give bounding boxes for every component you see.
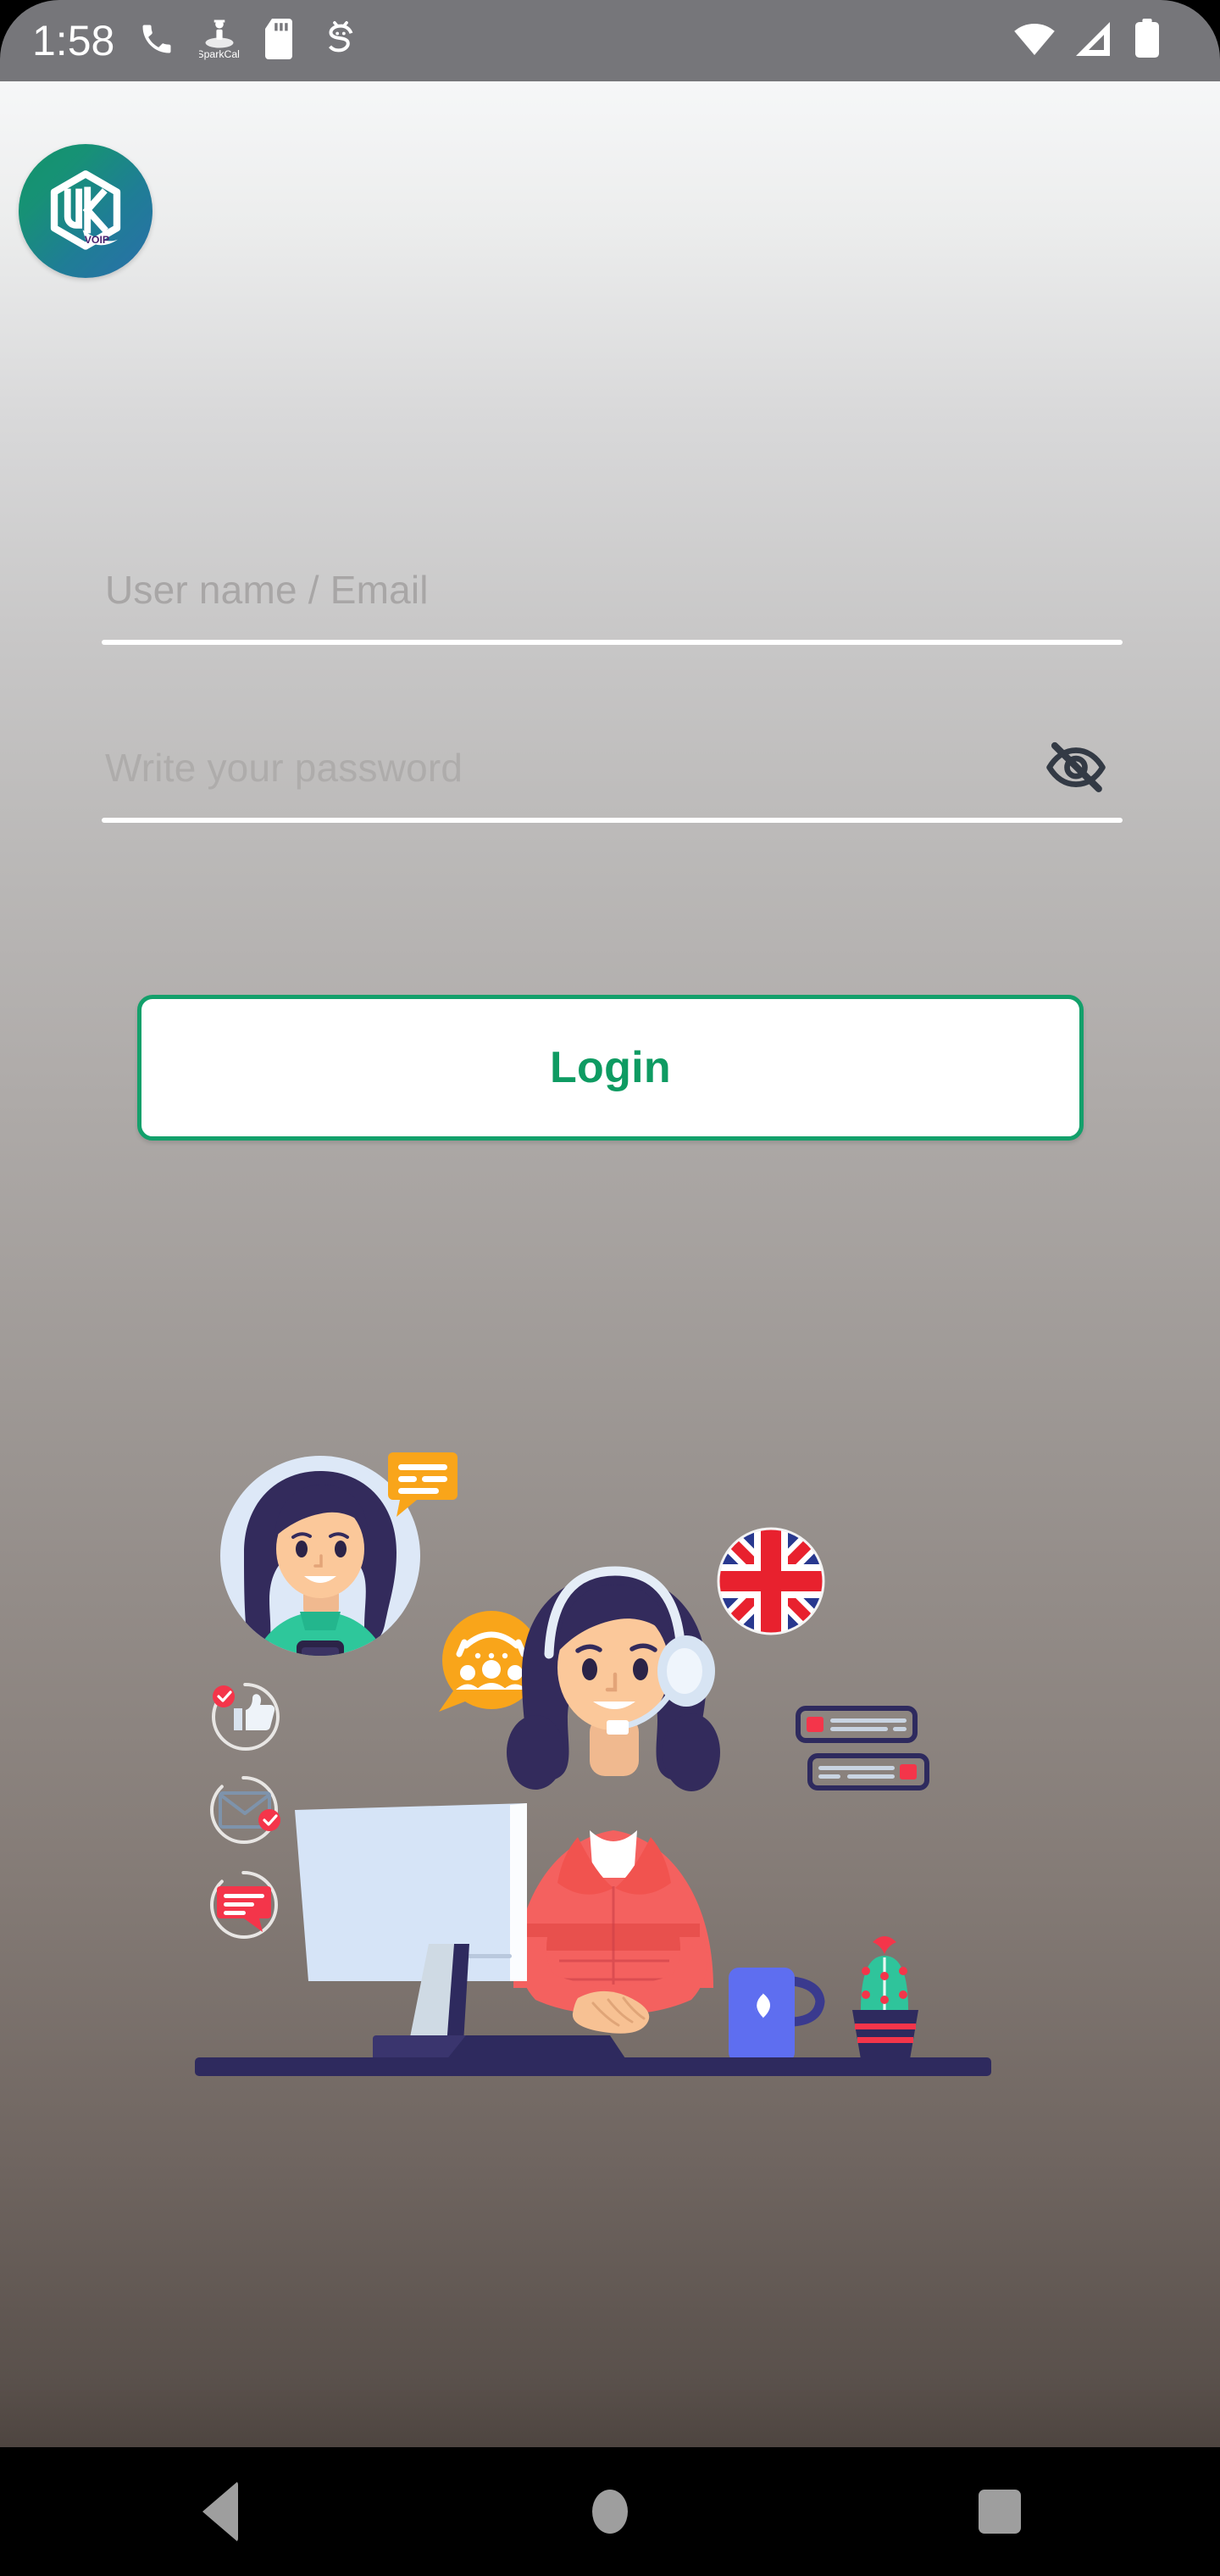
sd-card-icon xyxy=(263,18,297,64)
uk-voip-logo-mark: VOIP xyxy=(50,170,121,250)
recents-square-icon xyxy=(979,2490,1021,2534)
chat-bubble-badge xyxy=(388,1452,458,1517)
password-underline xyxy=(102,818,1123,823)
illustration-canvas xyxy=(195,1452,991,2076)
field-spacer xyxy=(102,645,1123,704)
login-button-label: Login xyxy=(549,1043,671,1092)
back-triangle-icon xyxy=(202,2481,238,2542)
status-bar-right-group xyxy=(1013,18,1161,64)
android-debug-icon xyxy=(321,19,360,63)
username-field[interactable]: User name / Email xyxy=(102,526,1123,645)
status-bar-left-group: 1:58 SparkCall xyxy=(32,17,360,65)
uk-flag-icon xyxy=(717,1527,825,1635)
eye-off-glyph xyxy=(1046,741,1106,792)
login-screen: VOIP User name / Email Write your passwo… xyxy=(0,81,1220,2447)
logo-voip-text: VOIP xyxy=(85,234,109,246)
thumbs-up-icon xyxy=(212,1683,280,1751)
desk-surface xyxy=(195,2057,991,2076)
nav-recents-button[interactable] xyxy=(949,2461,1051,2562)
eye-off-icon[interactable] xyxy=(1038,736,1114,797)
home-circle-icon xyxy=(592,2490,628,2534)
cactus-plant xyxy=(852,1936,918,2059)
desktop-monitor xyxy=(295,1803,527,2062)
svg-text:SparkCall: SparkCall xyxy=(199,47,240,59)
status-bar: 1:58 SparkCall xyxy=(0,0,1220,81)
coffee-mug xyxy=(729,1968,825,2062)
nav-home-button[interactable] xyxy=(559,2461,661,2562)
status-bar-clock: 1:58 xyxy=(32,17,115,64)
keyboard xyxy=(446,2035,627,2061)
nav-back-button[interactable] xyxy=(169,2461,271,2562)
battery-icon xyxy=(1134,18,1161,64)
username-placeholder: User name / Email xyxy=(105,568,429,612)
chat-message-bar-top xyxy=(796,1706,918,1743)
password-field[interactable]: Write your password xyxy=(102,704,1123,823)
phone-screen: 1:58 SparkCall VOIP User name / Email Wr… xyxy=(0,0,1220,2576)
wifi-icon xyxy=(1013,20,1056,62)
sparkcall-icon: SparkCall xyxy=(197,17,242,65)
login-button[interactable]: Login xyxy=(137,995,1084,1141)
chat-message-bar-bottom xyxy=(807,1753,929,1790)
android-navigation-bar xyxy=(0,2447,1220,2576)
login-form: User name / Email Write your password xyxy=(102,526,1123,823)
phone-icon xyxy=(138,20,175,62)
envelope-icon xyxy=(210,1776,280,1844)
cellular-signal-icon xyxy=(1074,20,1115,62)
password-placeholder: Write your password xyxy=(105,746,463,790)
username-underline xyxy=(102,640,1123,645)
message-icon xyxy=(210,1871,278,1939)
uk-voip-logo: VOIP xyxy=(19,144,152,278)
call-center-support-illustration xyxy=(195,1429,1042,2132)
support-agent xyxy=(507,1566,720,2034)
